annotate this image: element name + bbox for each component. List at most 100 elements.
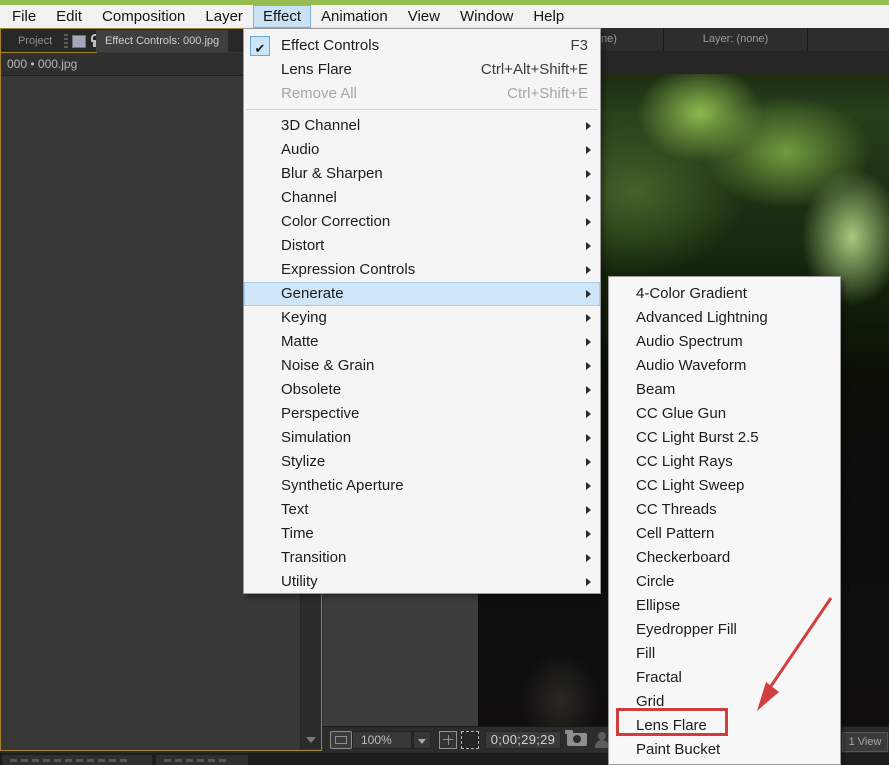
show-snapshot-icon[interactable] xyxy=(595,732,609,748)
menubar-item-effect[interactable]: Effect xyxy=(253,5,311,28)
generate-item-fill[interactable]: Fill xyxy=(609,642,840,666)
safe-margins-icon[interactable] xyxy=(439,731,457,749)
submenu-arrow-icon xyxy=(586,122,591,130)
menu-item-label: Stylize xyxy=(281,450,325,474)
menu-item-label: Utility xyxy=(281,570,318,594)
effect-category-channel[interactable]: Channel xyxy=(244,186,600,210)
panel-square-icon[interactable] xyxy=(72,35,86,48)
submenu-arrow-icon xyxy=(586,362,591,370)
menu-item-shortcut: Ctrl+Alt+Shift+E xyxy=(481,58,588,82)
always-preview-icon[interactable] xyxy=(330,731,352,749)
effect-category-text[interactable]: Text xyxy=(244,498,600,522)
effect-category-transition[interactable]: Transition xyxy=(244,546,600,570)
menubar-item-file[interactable]: File xyxy=(2,5,46,28)
scroll-down-icon[interactable] xyxy=(306,737,316,743)
submenu-arrow-icon xyxy=(586,458,591,466)
tab-footage-partial[interactable]: ne) xyxy=(601,28,617,51)
submenu-arrow-icon xyxy=(586,242,591,250)
effect-category-distort[interactable]: Distort xyxy=(244,234,600,258)
submenu-arrow-icon xyxy=(586,314,591,322)
menu-item-label: Perspective xyxy=(281,402,359,426)
menu-item-shortcut: F3 xyxy=(570,34,588,58)
effect-category-3d-channel[interactable]: 3D Channel xyxy=(244,114,600,138)
menu-item-label: Distort xyxy=(281,234,324,258)
menu-item-label: Transition xyxy=(281,546,346,570)
tab-project[interactable]: Project xyxy=(6,31,64,51)
submenu-arrow-icon xyxy=(586,410,591,418)
menubar-item-composition[interactable]: Composition xyxy=(92,5,195,28)
generate-item-cc-threads[interactable]: CC Threads xyxy=(609,498,840,522)
effect-menu-categories: 3D ChannelAudioBlur & SharpenChannelColo… xyxy=(244,114,600,594)
menubar-item-layer[interactable]: Layer xyxy=(195,5,253,28)
menubar-item-edit[interactable]: Edit xyxy=(46,5,92,28)
effect-category-obsolete[interactable]: Obsolete xyxy=(244,378,600,402)
generate-item-eyedropper-fill[interactable]: Eyedropper Fill xyxy=(609,618,840,642)
generate-item-checkerboard[interactable]: Checkerboard xyxy=(609,546,840,570)
effect-category-generate[interactable]: Generate xyxy=(244,282,600,306)
menubar-item-view[interactable]: View xyxy=(398,5,450,28)
submenu-arrow-icon xyxy=(586,578,591,586)
generate-item-audio-spectrum[interactable]: Audio Spectrum xyxy=(609,330,840,354)
generate-item-ellipse[interactable]: Ellipse xyxy=(609,594,840,618)
effect-category-color-correction[interactable]: Color Correction xyxy=(244,210,600,234)
chevron-down-icon xyxy=(418,739,426,744)
generate-item-beam[interactable]: Beam xyxy=(609,378,840,402)
submenu-arrow-icon xyxy=(586,266,591,274)
lens-flare-annotation-box xyxy=(616,708,728,736)
generate-item-cc-light-sweep[interactable]: CC Light Sweep xyxy=(609,474,840,498)
menu-item-label: Obsolete xyxy=(281,378,341,402)
grip-icon[interactable] xyxy=(64,34,68,48)
generate-item-cell-pattern[interactable]: Cell Pattern xyxy=(609,522,840,546)
effect-category-blur-sharpen[interactable]: Blur & Sharpen xyxy=(244,162,600,186)
effect-category-audio[interactable]: Audio xyxy=(244,138,600,162)
clipped-tab[interactable] xyxy=(156,755,248,765)
menu-item-label: Generate xyxy=(281,282,344,306)
effect-menu-item-effect-controls[interactable]: ✔Effect ControlsF3 xyxy=(244,34,600,58)
effect-category-matte[interactable]: Matte xyxy=(244,330,600,354)
effect-menu-item-remove-all[interactable]: Remove AllCtrl+Shift+E xyxy=(244,82,600,106)
menu-item-shortcut: Ctrl+Shift+E xyxy=(507,82,588,106)
effect-category-perspective[interactable]: Perspective xyxy=(244,402,600,426)
magnification-dropdown[interactable]: 100% xyxy=(352,731,412,749)
effect-category-stylize[interactable]: Stylize xyxy=(244,450,600,474)
view-layout-button[interactable]: 1 View xyxy=(842,732,888,752)
menu-item-label: Expression Controls xyxy=(281,258,415,282)
menu-item-label: Color Correction xyxy=(281,210,390,234)
generate-item-audio-waveform[interactable]: Audio Waveform xyxy=(609,354,840,378)
generate-item-cc-glue-gun[interactable]: CC Glue Gun xyxy=(609,402,840,426)
effect-category-keying[interactable]: Keying xyxy=(244,306,600,330)
menu-item-label: Time xyxy=(281,522,314,546)
timecode-display[interactable]: 0;00;29;29 xyxy=(485,731,561,749)
generate-item-advanced-lightning[interactable]: Advanced Lightning xyxy=(609,306,840,330)
submenu-arrow-icon xyxy=(586,530,591,538)
menubar: FileEditCompositionLayerEffectAnimationV… xyxy=(0,5,889,28)
generate-item-circle[interactable]: Circle xyxy=(609,570,840,594)
menubar-item-help[interactable]: Help xyxy=(523,5,574,28)
effect-category-noise-grain[interactable]: Noise & Grain xyxy=(244,354,600,378)
menu-item-label: 3D Channel xyxy=(281,114,360,138)
menubar-item-animation[interactable]: Animation xyxy=(311,5,398,28)
effect-menu-top-section: ✔Effect ControlsF3Lens Flare Ctrl+Alt+Shi… xyxy=(244,34,600,106)
effect-menu-item-lens-flare[interactable]: Lens Flare Ctrl+Alt+Shift+E xyxy=(244,58,600,82)
tab-layer-none[interactable]: Layer: (none) xyxy=(664,28,807,51)
generate-item-fractal[interactable]: Fractal xyxy=(609,666,840,690)
snapshot-camera-icon[interactable] xyxy=(567,733,587,746)
effect-category-simulation[interactable]: Simulation xyxy=(244,426,600,450)
menubar-item-window[interactable]: Window xyxy=(450,5,523,28)
effect-category-synthetic-aperture[interactable]: Synthetic Aperture xyxy=(244,474,600,498)
submenu-arrow-icon xyxy=(586,170,591,178)
effect-category-expression-controls[interactable]: Expression Controls xyxy=(244,258,600,282)
generate-item-paint-bucket[interactable]: Paint Bucket xyxy=(609,738,840,762)
submenu-arrow-icon xyxy=(586,434,591,442)
magnification-caret-button[interactable] xyxy=(413,731,431,749)
clipped-tab[interactable] xyxy=(2,755,152,765)
menu-item-label: Lens Flare xyxy=(281,58,352,82)
region-of-interest-icon[interactable] xyxy=(461,731,479,749)
effect-category-utility[interactable]: Utility xyxy=(244,570,600,594)
generate-item-4-color-gradient[interactable]: 4-Color Gradient xyxy=(609,282,840,306)
generate-item-cc-light-rays[interactable]: CC Light Rays xyxy=(609,450,840,474)
generate-item-cc-light-burst-2-5[interactable]: CC Light Burst 2.5 xyxy=(609,426,840,450)
tab-divider xyxy=(807,28,808,51)
tab-effect-controls[interactable]: Effect Controls: 000.jpg xyxy=(96,30,228,52)
effect-category-time[interactable]: Time xyxy=(244,522,600,546)
